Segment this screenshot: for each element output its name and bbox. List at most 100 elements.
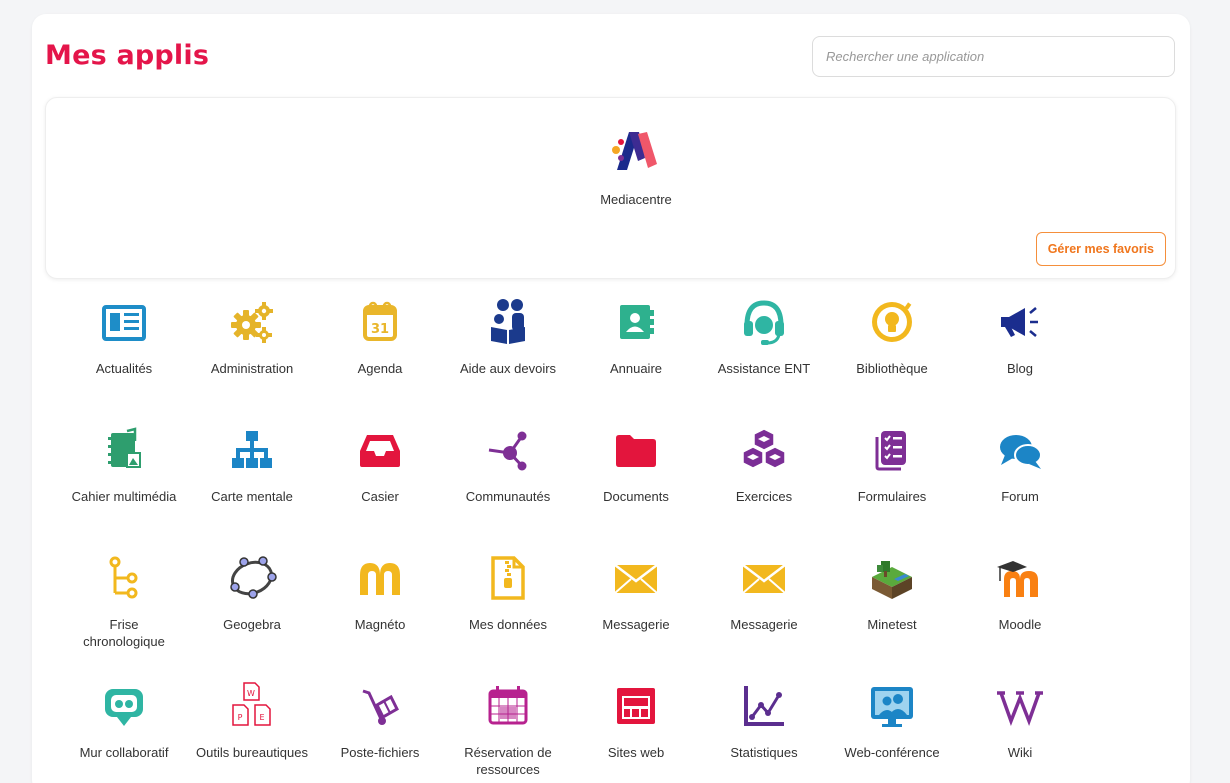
megaphone-icon [1001,307,1038,337]
app-formulaires[interactable]: Formulaires [831,425,953,553]
app-label: Formulaires [857,489,927,504]
app-annuaire[interactable]: Annuaire [575,297,697,425]
app-label: Outils bureautiques [195,745,308,760]
app-label: Communautés [465,489,551,504]
app-messagerie-1[interactable]: Messagerie [575,553,697,681]
app-statistiques[interactable]: Statistiques [703,681,825,783]
app-documents[interactable]: Documents [575,425,697,553]
app-label: Bibliothèque [856,361,928,376]
homework-help-icon [491,299,525,344]
svg-text:W: W [247,689,255,698]
folder-icon [616,435,656,467]
hand-truck-icon [362,689,399,725]
envelope-icon [742,564,786,594]
app-mur-collaboratif[interactable]: Mur collaboratif [63,681,185,783]
app-actualites[interactable]: Actualités [63,297,185,425]
app-frise-chronologique[interactable]: Frise chronologique [63,553,185,681]
app-aide-aux-devoirs[interactable]: Aide aux devoirs [447,297,569,425]
app-mes-donnees[interactable]: Mes données [447,553,569,681]
app-blog[interactable]: Blog [959,297,1081,425]
svg-text:E: E [259,713,264,722]
app-casier[interactable]: Casier [319,425,441,553]
share-nodes-icon [488,431,527,471]
app-label: Moodle [998,617,1042,632]
app-label: Agenda [357,361,403,376]
app-sites-web[interactable]: Sites web [575,681,697,783]
app-label: Réservation de ressources [464,745,552,777]
app-administration[interactable]: Administration [191,297,313,425]
app-label: Casier [361,489,399,504]
multimedia-notebook-icon [108,427,141,468]
favorites-section: Mediacentre Gérer mes favoris [45,97,1176,279]
app-bibliotheque[interactable]: Bibliothèque [831,297,953,425]
magneto-icon [360,563,400,595]
inbox-tray-icon [360,435,400,467]
app-carte-mentale[interactable]: Carte mentale [191,425,313,553]
app-agenda[interactable]: 31 Agenda [319,297,441,425]
app-label: Geogebra [223,617,281,632]
app-minetest[interactable]: Minetest [831,553,953,681]
app-web-conference[interactable]: Web-conférence [831,681,953,783]
page-title: Mes applis [45,40,210,71]
app-exercices[interactable]: Exercices [703,425,825,553]
app-label: Annuaire [609,361,663,376]
wikipedia-icon [997,691,1043,726]
newspaper-icon [102,305,146,341]
moodle-icon [997,561,1038,597]
geogebra-icon [230,556,277,599]
app-label: Frise chronologique [83,617,165,649]
app-communautes[interactable]: Communautés [447,425,569,553]
collaborative-wall-icon [105,689,143,726]
app-label: Aide aux devoirs [459,361,557,376]
svg-text:31: 31 [371,322,389,337]
app-cahier-multimedia[interactable]: Cahier multimédia [63,425,185,553]
app-label: Blog [1006,361,1034,376]
calendar-icon: 31 [363,301,397,341]
manage-favorites-button[interactable]: Gérer mes favoris [1035,232,1166,266]
app-label: Wiki [1007,745,1033,760]
app-label: Magnéto [354,617,406,632]
booking-calendar-icon [488,686,528,725]
timeline-icon [109,556,138,599]
video-conference-icon [871,687,913,727]
website-icon [617,688,655,724]
app-label: Mur collaboratif [79,745,169,760]
app-label: Actualités [95,361,153,376]
app-label: Web-conférence [844,745,940,760]
app-label: Messagerie [730,617,798,632]
app-moodle[interactable]: Moodle [959,553,1081,681]
address-book-icon [620,305,654,339]
app-label: Forum [1001,489,1039,504]
app-poste-fichiers[interactable]: Poste-fichiers [319,681,441,783]
app-label: Mes données [468,617,548,632]
envelope-icon [614,564,658,594]
app-outils-bureautiques[interactable]: W P E Outils bureautiques [191,681,313,783]
app-label: Administration [210,361,294,376]
minetest-icon [872,561,912,599]
mediacentre-logo-icon [612,132,657,170]
app-label: Exercices [735,489,793,504]
app-magneto[interactable]: Magnéto [319,553,441,681]
lightbulb-icon [872,302,912,342]
app-messagerie-2[interactable]: Messagerie [703,553,825,681]
favorite-app-mediacentre[interactable]: Mediacentre [581,128,691,207]
line-chart-icon [744,686,784,726]
app-label: Cahier multimédia [71,489,177,504]
app-wiki[interactable]: Wiki [959,681,1081,783]
app-label: Sites web [607,745,665,760]
favorite-app-label: Mediacentre [600,192,672,207]
zip-file-icon [491,556,525,600]
app-label: Assistance ENT [717,361,811,376]
chat-bubbles-icon [1000,435,1042,469]
app-label: Messagerie [602,617,670,632]
app-assistance-ent[interactable]: Assistance ENT [703,297,825,425]
sitemap-icon [232,431,272,468]
app-label: Carte mentale [211,489,293,504]
app-label: Documents [603,489,669,504]
search-input[interactable] [812,36,1175,77]
app-reservation-de-ressources[interactable]: Réservation de ressources [447,681,569,783]
app-forum[interactable]: Forum [959,425,1081,553]
cubes-icon [742,428,786,469]
svg-text:P: P [238,713,243,722]
app-geogebra[interactable]: Geogebra [191,553,313,681]
